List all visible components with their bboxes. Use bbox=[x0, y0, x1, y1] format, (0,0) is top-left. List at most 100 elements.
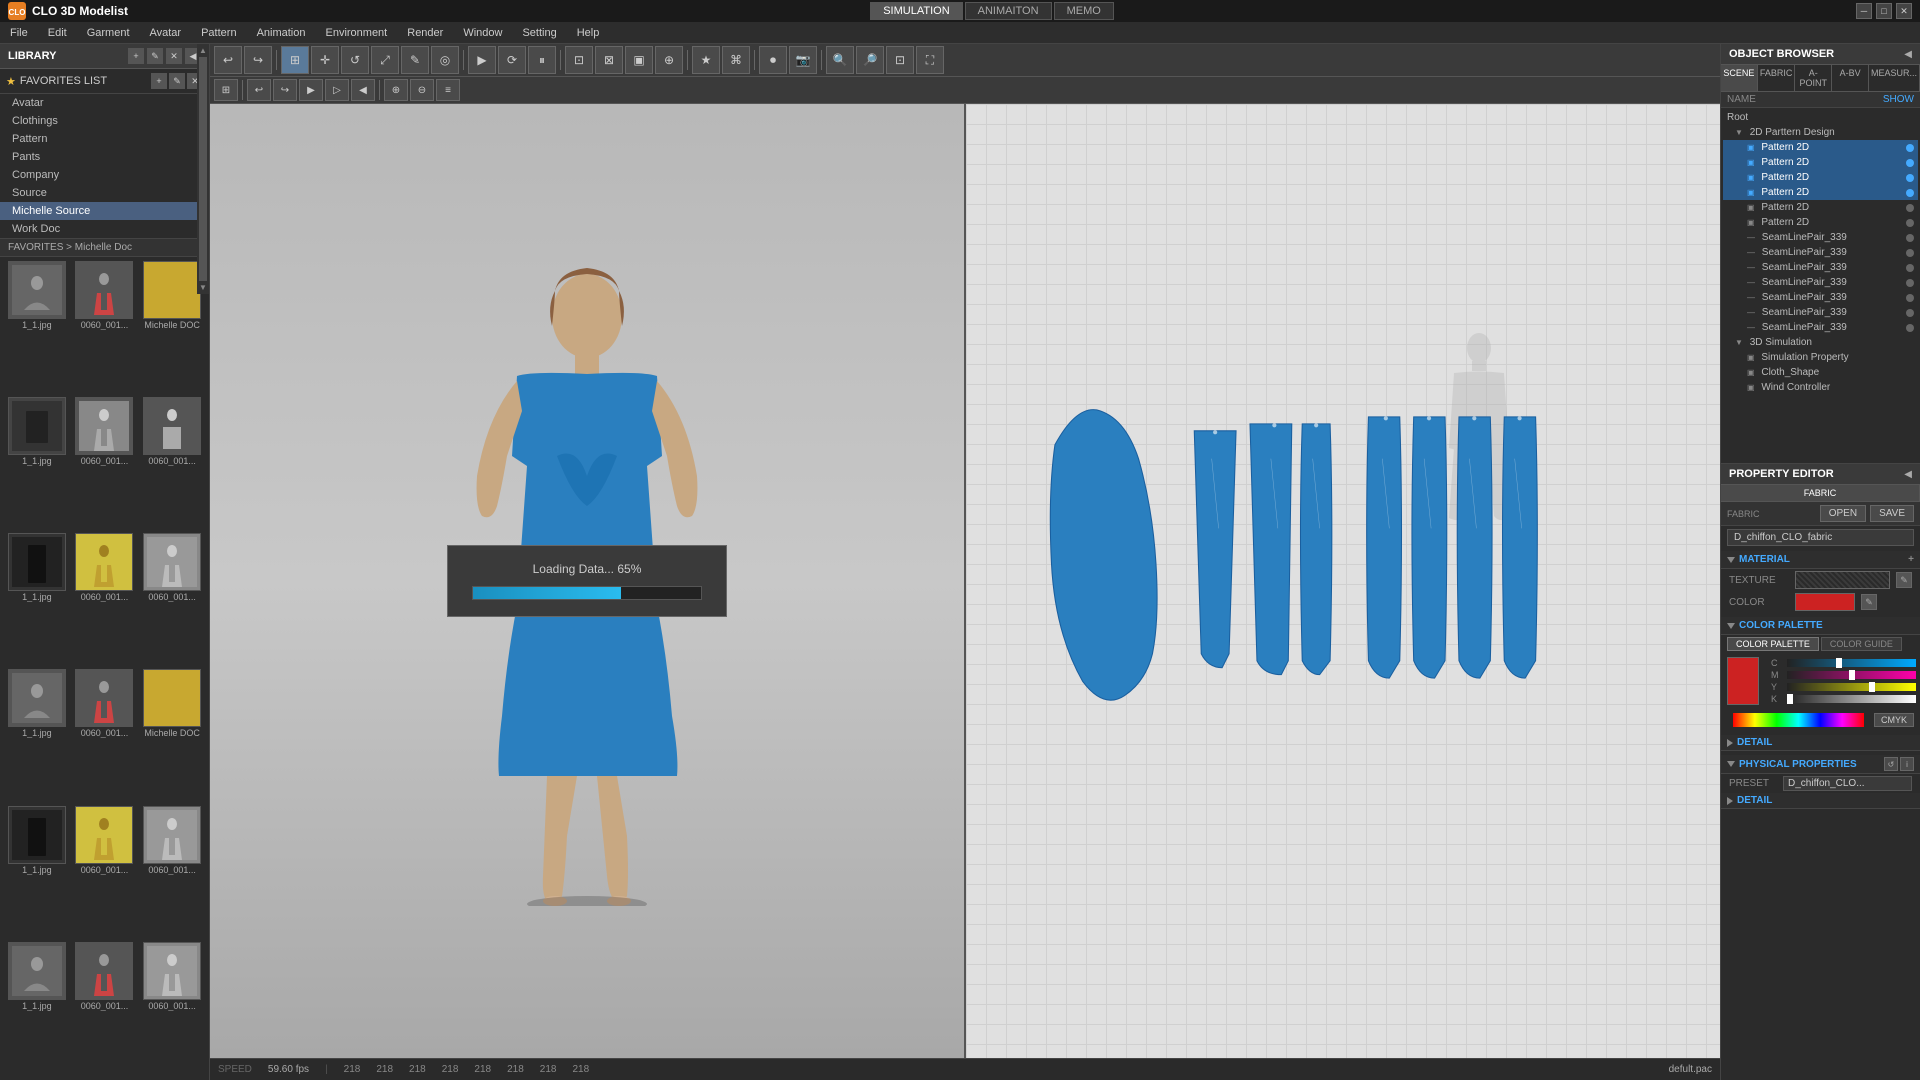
obj-tab-measur[interactable]: MEASUR... bbox=[1869, 65, 1920, 91]
tb2-cut[interactable]: ▷ bbox=[325, 79, 349, 101]
nav-pattern[interactable]: Pattern bbox=[0, 130, 209, 148]
tree-pattern-2d-2[interactable]: ▣ Pattern 2D bbox=[1723, 155, 1918, 170]
menu-file[interactable]: File bbox=[0, 25, 38, 41]
tree-wind-controller[interactable]: ▣ Wind Controller bbox=[1723, 380, 1918, 395]
list-item[interactable]: 1_1.jpg bbox=[4, 806, 70, 940]
list-item[interactable]: Michelle DOC bbox=[139, 261, 205, 395]
nav-work-doc[interactable]: Work Doc bbox=[0, 220, 209, 238]
viewport-3d[interactable]: Loading Data... 65% bbox=[210, 104, 966, 1058]
tb-snapshot[interactable]: 📷 bbox=[789, 46, 817, 74]
tb-zoom-out[interactable]: 🔎 bbox=[856, 46, 884, 74]
lib-add-button[interactable]: + bbox=[128, 48, 144, 64]
open-button[interactable]: OPEN bbox=[1820, 505, 1866, 522]
menu-avatar[interactable]: Avatar bbox=[140, 25, 192, 41]
tb-rotate[interactable]: ↺ bbox=[341, 46, 369, 74]
tab-fabric[interactable]: FABRIC bbox=[1721, 485, 1920, 501]
tb-zoom-in[interactable]: 🔍 bbox=[826, 46, 854, 74]
tree-pattern-2d-3[interactable]: ▣ Pattern 2D bbox=[1723, 170, 1918, 185]
list-item[interactable]: 1_1.jpg bbox=[4, 942, 70, 1076]
tb-arrow-right[interactable]: ↪ bbox=[244, 46, 272, 74]
tb-sim-reset[interactable]: ⟳ bbox=[498, 46, 526, 74]
tb-select[interactable]: ⊞ bbox=[281, 46, 309, 74]
nav-pants[interactable]: Pants bbox=[0, 148, 209, 166]
list-item[interactable]: 0060_001... bbox=[72, 261, 138, 395]
obj-browser-collapse[interactable]: ◀ bbox=[1904, 49, 1912, 60]
minimize-button[interactable]: ─ bbox=[1856, 3, 1872, 19]
tab-simulation[interactable]: SIMULATION bbox=[870, 2, 962, 20]
tb2-seam[interactable]: ◀ bbox=[351, 79, 375, 101]
tb2-move2[interactable]: ↩ bbox=[247, 79, 271, 101]
texture-edit-icon[interactable]: ✎ bbox=[1896, 572, 1912, 588]
phys-info-icon[interactable]: i bbox=[1900, 757, 1914, 771]
lib-scroll-down[interactable]: ▼ bbox=[199, 283, 207, 292]
cmyk-k-slider[interactable] bbox=[1787, 695, 1916, 703]
tb2-select2[interactable]: ↪ bbox=[273, 79, 297, 101]
fav-edit-icon[interactable]: ✎ bbox=[169, 73, 185, 89]
tab-animation[interactable]: ANIMAITON bbox=[965, 2, 1052, 20]
texture-preview[interactable] bbox=[1795, 571, 1890, 589]
tb-avatar-edit[interactable]: ⌘ bbox=[722, 46, 750, 74]
tree-pattern-2d-4[interactable]: ▣ Pattern 2D bbox=[1723, 185, 1918, 200]
cp-tab-guide[interactable]: COLOR GUIDE bbox=[1821, 637, 1902, 651]
tb-record[interactable]: ⏺ bbox=[759, 46, 787, 74]
tb-edit[interactable]: ✎ bbox=[401, 46, 429, 74]
tab-memo[interactable]: MEMO bbox=[1054, 2, 1114, 20]
phys-reset-icon[interactable]: ↺ bbox=[1884, 757, 1898, 771]
list-item[interactable]: 0060_001... bbox=[72, 533, 138, 667]
cmyk-c-slider[interactable] bbox=[1787, 659, 1916, 667]
tb2-stitch[interactable]: ≡ bbox=[436, 79, 460, 101]
menu-window[interactable]: Window bbox=[453, 25, 512, 41]
list-item[interactable]: 0060_001... bbox=[139, 397, 205, 531]
list-item[interactable]: 0060_001... bbox=[139, 533, 205, 667]
tree-seam-6[interactable]: — SeamLinePair_339 bbox=[1723, 305, 1918, 320]
tb-zoom-fit[interactable]: ⊡ bbox=[886, 46, 914, 74]
menu-help[interactable]: Help bbox=[567, 25, 610, 41]
cmyk-m-slider[interactable] bbox=[1787, 671, 1916, 679]
tree-seam-5[interactable]: — SeamLinePair_339 bbox=[1723, 290, 1918, 305]
tree-seam-4[interactable]: — SeamLinePair_339 bbox=[1723, 275, 1918, 290]
obj-tab-abv[interactable]: A-BV bbox=[1832, 65, 1869, 91]
menu-pattern[interactable]: Pattern bbox=[191, 25, 246, 41]
tb2-draw[interactable]: ▶ bbox=[299, 79, 323, 101]
tb2-del-point[interactable]: ⊖ bbox=[410, 79, 434, 101]
tb-arrow-left[interactable]: ↩ bbox=[214, 46, 242, 74]
obj-tab-scene[interactable]: SCENE bbox=[1721, 65, 1758, 91]
nav-avatar[interactable]: Avatar bbox=[0, 94, 209, 112]
list-item[interactable]: 0060_001... bbox=[139, 942, 205, 1076]
tb-sim-play[interactable]: ▶ bbox=[468, 46, 496, 74]
lib-delete-button[interactable]: ✕ bbox=[166, 48, 182, 64]
list-item[interactable]: 1_1.jpg bbox=[4, 533, 70, 667]
tree-cloth-shape[interactable]: ▣ Cloth_Shape bbox=[1723, 365, 1918, 380]
list-item[interactable]: 0060_001... bbox=[72, 806, 138, 940]
list-item[interactable]: 0060_001... bbox=[72, 669, 138, 803]
tree-pattern-2d-5[interactable]: ▣ Pattern 2D bbox=[1723, 200, 1918, 215]
color-preview[interactable] bbox=[1795, 593, 1855, 611]
phys-header[interactable]: PHYSICAL PROPERTIES ↺ i bbox=[1721, 755, 1920, 774]
tb-view-front[interactable]: ⊡ bbox=[565, 46, 593, 74]
tree-3d-sim[interactable]: ▼ 3D Simulation bbox=[1723, 335, 1918, 350]
tb2-add-point[interactable]: ⊕ bbox=[384, 79, 408, 101]
menu-environment[interactable]: Environment bbox=[315, 25, 397, 41]
tree-seam-2[interactable]: — SeamLinePair_339 bbox=[1723, 245, 1918, 260]
tb-point[interactable]: ◎ bbox=[431, 46, 459, 74]
tb-view-top[interactable]: ⊕ bbox=[655, 46, 683, 74]
menu-garment[interactable]: Garment bbox=[77, 25, 140, 41]
lib-edit-button[interactable]: ✎ bbox=[147, 48, 163, 64]
prop-collapse-icon[interactable]: ◀ bbox=[1904, 469, 1912, 480]
tb-sim-pause[interactable]: ⏸ bbox=[528, 46, 556, 74]
maximize-button[interactable]: □ bbox=[1876, 3, 1892, 19]
lib-scroll-thumb[interactable] bbox=[199, 57, 207, 281]
menu-animation[interactable]: Animation bbox=[247, 25, 316, 41]
cmyk-y-slider[interactable] bbox=[1787, 683, 1916, 691]
tb-move[interactable]: ✛ bbox=[311, 46, 339, 74]
obj-tab-fabric[interactable]: FABRIC bbox=[1758, 65, 1796, 91]
tb-view-side[interactable]: ▣ bbox=[625, 46, 653, 74]
viewport-2d[interactable] bbox=[966, 104, 1720, 1058]
tree-pattern-2d-1[interactable]: ▣ Pattern 2D bbox=[1723, 140, 1918, 155]
cp-tab-palette[interactable]: COLOR PALETTE bbox=[1727, 637, 1819, 651]
list-item[interactable]: 1_1.jpg bbox=[4, 669, 70, 803]
list-item[interactable]: 0060_001... bbox=[139, 806, 205, 940]
menu-render[interactable]: Render bbox=[397, 25, 453, 41]
color-edit-icon[interactable]: ✎ bbox=[1861, 594, 1877, 610]
tree-pattern-2d-6[interactable]: ▣ Pattern 2D bbox=[1723, 215, 1918, 230]
